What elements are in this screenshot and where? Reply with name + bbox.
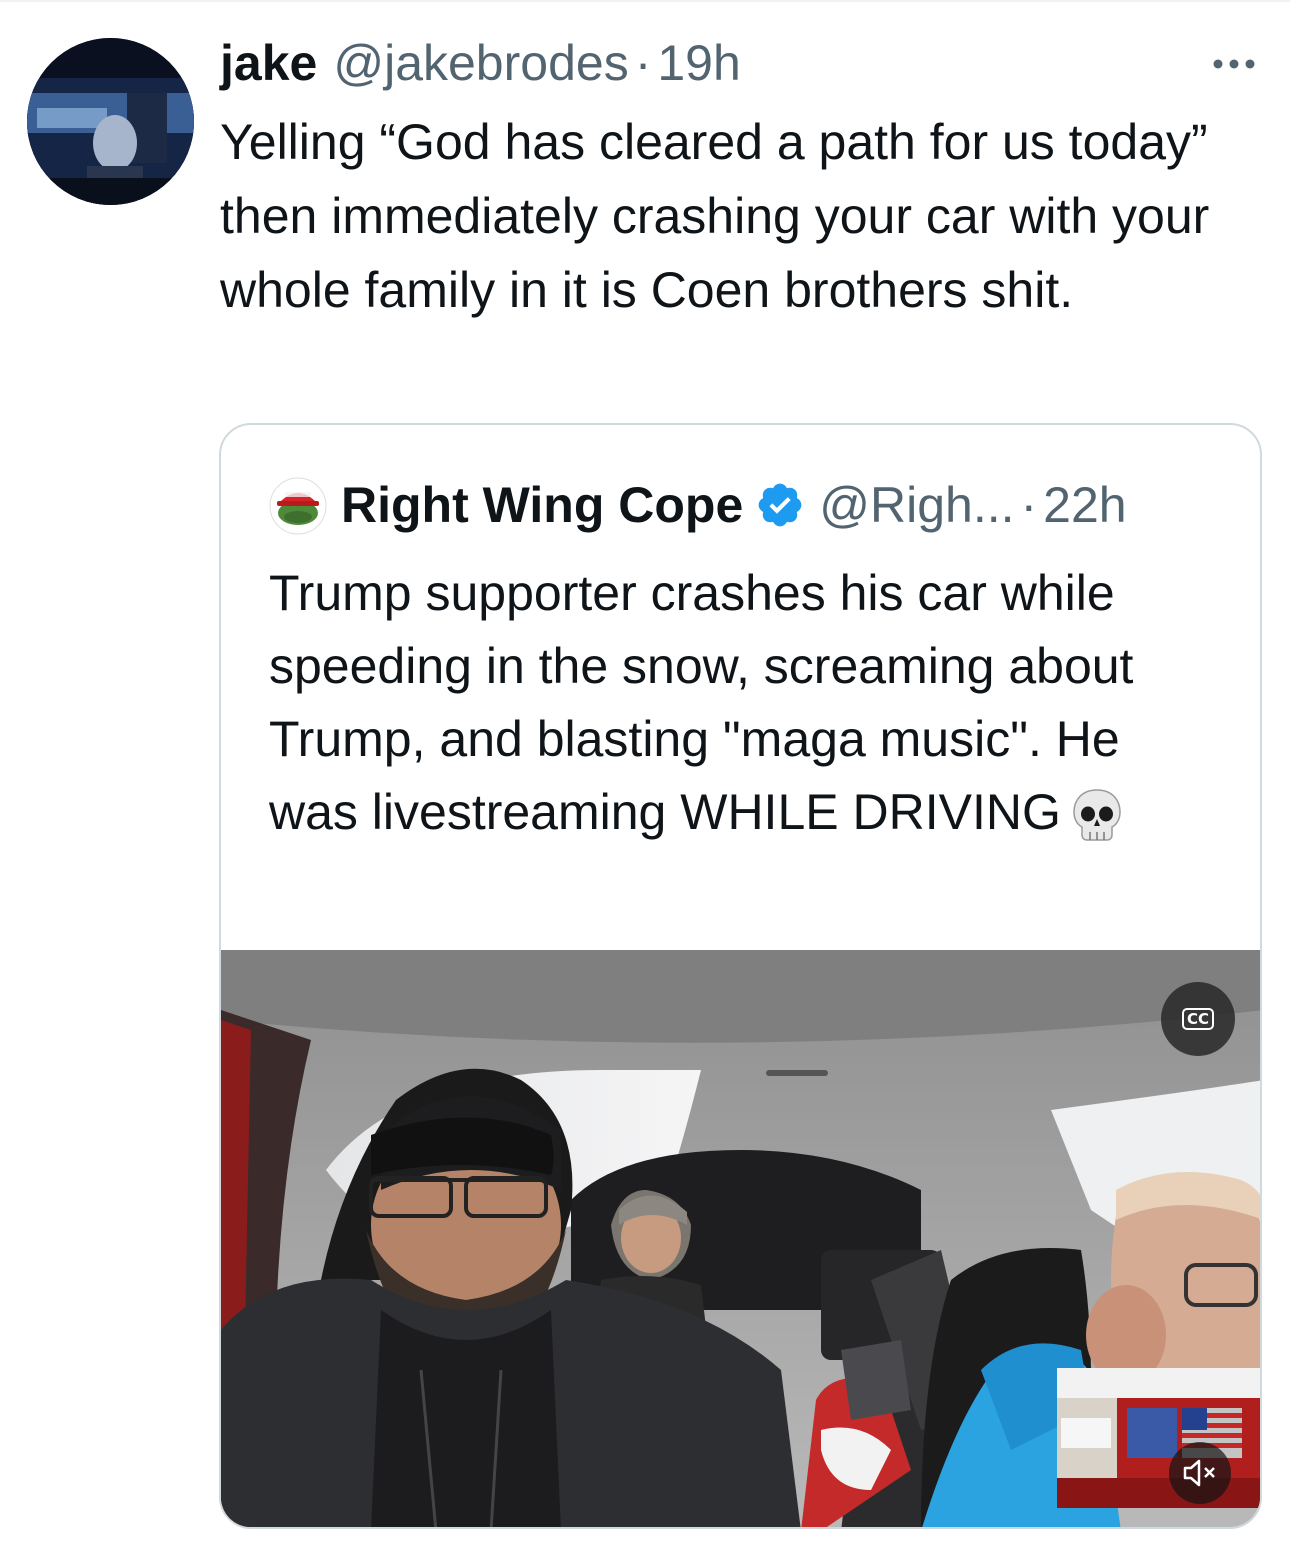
quote-author-avatar[interactable] xyxy=(269,477,327,535)
quote-text: Trump supporter crashes his car while sp… xyxy=(269,557,1209,849)
quoted-tweet[interactable]: Right Wing Cope @Righ... · 22h Trump sup… xyxy=(219,423,1262,1529)
quote-time[interactable]: 22h xyxy=(1043,476,1126,534)
quote-author-name[interactable]: Right Wing Cope xyxy=(341,476,743,534)
inset-video-frame xyxy=(1057,1368,1260,1508)
cc-label: CC xyxy=(1181,1008,1215,1030)
tweet-header: jake @jakebrodes · 19h xyxy=(220,28,741,98)
muted-speaker-icon[interactable] xyxy=(1169,1442,1231,1504)
tweet-time[interactable]: 19h xyxy=(657,28,740,98)
author-name[interactable]: jake xyxy=(220,28,317,98)
skull-icon xyxy=(1073,789,1121,841)
quote-separator-dot: · xyxy=(1020,477,1038,533)
verified-badge-icon xyxy=(758,483,802,527)
quote-author-handle[interactable]: @Righ... xyxy=(819,476,1014,534)
separator-dot: · xyxy=(634,35,652,91)
video-player[interactable]: CC xyxy=(221,950,1260,1527)
author-avatar[interactable] xyxy=(27,38,194,205)
more-options-icon[interactable] xyxy=(1210,50,1258,78)
quote-text-body: Trump supporter crashes his car while sp… xyxy=(269,565,1134,840)
tweet-text: Yelling “God has cleared a path for us t… xyxy=(220,114,1210,318)
quote-header: Right Wing Cope @Righ... · 22h xyxy=(341,467,1127,543)
closed-captions-button[interactable]: CC xyxy=(1161,982,1235,1056)
author-handle[interactable]: @jakebrodes xyxy=(333,28,628,98)
top-divider xyxy=(0,0,1290,2)
